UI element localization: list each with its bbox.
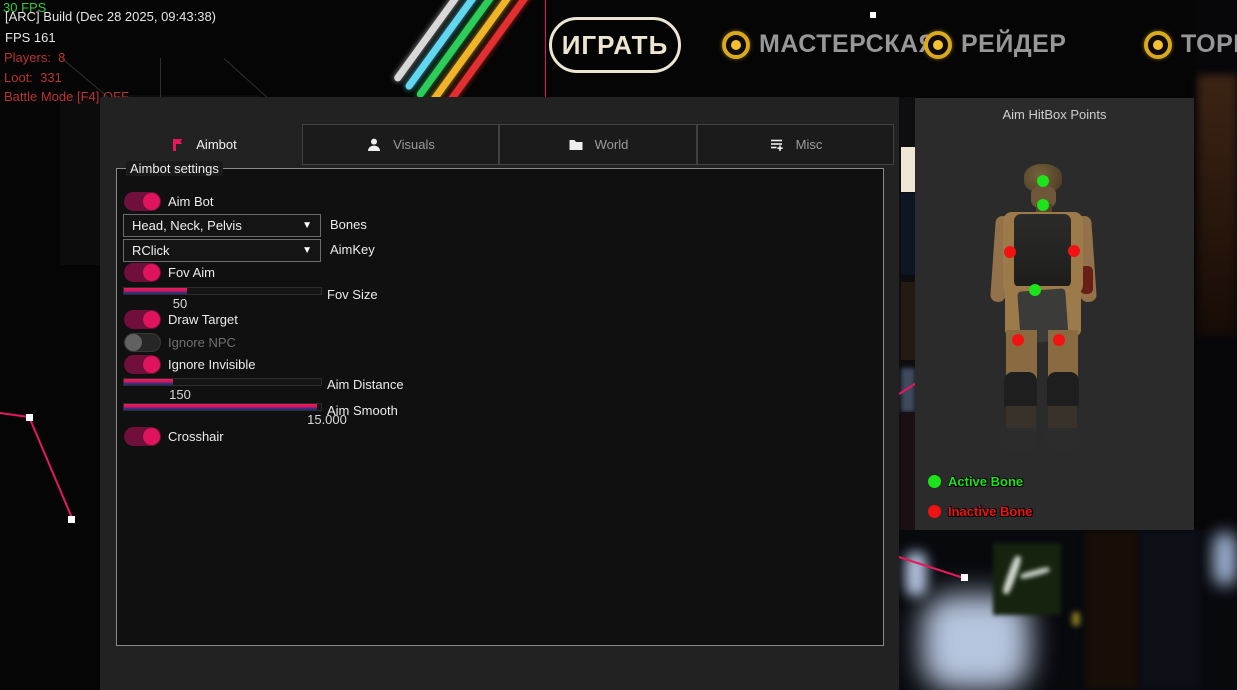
hitbox-character-preview bbox=[985, 160, 1105, 455]
legend-label: Inactive Bone bbox=[948, 504, 1033, 519]
inactive-bone-dot-icon bbox=[928, 505, 941, 518]
scene-dark-column bbox=[1140, 530, 1200, 690]
group-title: Aimbot settings bbox=[126, 161, 223, 176]
menu-item-label: РЕЙДЕР bbox=[961, 30, 1066, 59]
scene-yellow-dot bbox=[1072, 612, 1080, 626]
tab-world[interactable]: World bbox=[499, 124, 697, 165]
coin-icon bbox=[1144, 31, 1172, 59]
hud-marker-dot bbox=[870, 12, 876, 18]
fov-size-slider[interactable] bbox=[123, 287, 322, 295]
scene-rust-wall bbox=[1198, 75, 1237, 335]
legend-label: Active Bone bbox=[948, 474, 1023, 489]
tab-label: World bbox=[595, 137, 629, 152]
menu-item-raider[interactable]: РЕЙДЕР bbox=[924, 30, 1066, 59]
scene-strip-maroon bbox=[901, 412, 915, 530]
crosshair-label: Crosshair bbox=[168, 430, 224, 444]
hitbox-dots-layer bbox=[985, 160, 1105, 455]
aim-distance-slider[interactable] bbox=[123, 378, 322, 386]
aim-distance-value: 150 bbox=[150, 387, 210, 402]
bone-point-pelvis bbox=[1029, 284, 1041, 296]
aim-bot-toggle[interactable] bbox=[124, 192, 161, 211]
bone-point-right-shoulder bbox=[1068, 245, 1080, 257]
esp-marker bbox=[961, 574, 968, 581]
ignore-npc-label: Ignore NPC bbox=[168, 336, 236, 350]
menu-item-workshop[interactable]: МАСТЕРСКАЯ bbox=[722, 30, 937, 59]
tab-label: Misc bbox=[796, 137, 823, 152]
bone-point-head bbox=[1037, 175, 1049, 187]
crosshair-toggle[interactable] bbox=[124, 427, 161, 446]
aim-smooth-label: Aim Smooth bbox=[327, 404, 398, 418]
esp-line bbox=[29, 419, 74, 522]
flag-icon bbox=[169, 137, 185, 153]
esp-marker bbox=[68, 516, 75, 523]
bone-point-left-thigh bbox=[1012, 334, 1024, 346]
chevron-down-icon: ▼ bbox=[302, 220, 312, 231]
legend-active-bone: Active Bone bbox=[928, 474, 1023, 489]
chevron-down-icon: ▼ bbox=[302, 245, 312, 256]
menu-item-trade[interactable]: ТОРГО bbox=[1144, 30, 1237, 59]
hud-players-label: Players: 8 bbox=[4, 51, 65, 64]
slider-fill bbox=[124, 379, 173, 385]
game-screen: 30 FPS [ARC] Build (Dec 28 2025, 09:43:3… bbox=[0, 0, 1237, 690]
fov-aim-toggle[interactable] bbox=[124, 263, 161, 282]
tab-aimbot[interactable]: Aimbot bbox=[108, 124, 298, 165]
draw-target-label: Draw Target bbox=[168, 313, 238, 327]
slider-fill bbox=[124, 404, 317, 410]
person-icon bbox=[366, 137, 382, 153]
aim-smooth-slider[interactable] bbox=[123, 403, 322, 411]
bone-point-neck bbox=[1037, 199, 1049, 211]
aim-distance-label: Aim Distance bbox=[327, 378, 404, 392]
hud-fps-label: FPS 161 bbox=[5, 31, 56, 44]
aimkey-dropdown[interactable]: RClick ▼ bbox=[123, 239, 321, 262]
tab-label: Aimbot bbox=[196, 137, 236, 152]
esp-marker bbox=[26, 414, 33, 421]
hud-loot-label: Loot: 331 bbox=[4, 71, 62, 84]
fov-aim-label: Fov Aim bbox=[168, 266, 215, 280]
bones-dropdown[interactable]: Head, Neck, Pelvis ▼ bbox=[123, 214, 321, 237]
tab-visuals[interactable]: Visuals bbox=[302, 124, 499, 165]
tab-misc[interactable]: Misc bbox=[697, 124, 894, 165]
scene-strip-cream bbox=[901, 147, 915, 192]
fov-size-value: 50 bbox=[150, 296, 210, 311]
slider-fill bbox=[124, 288, 187, 294]
coin-icon bbox=[722, 31, 750, 59]
play-button[interactable]: ИГРАТЬ bbox=[549, 17, 681, 73]
scene-light-blob bbox=[1213, 533, 1237, 585]
bones-label: Bones bbox=[330, 218, 367, 232]
folder-icon bbox=[568, 137, 584, 153]
playlist-add-icon bbox=[769, 137, 785, 153]
scene-strip-navy bbox=[901, 193, 915, 275]
menu-item-label: ТОРГО bbox=[1181, 30, 1237, 59]
aim-bot-label: Aim Bot bbox=[168, 195, 214, 209]
bones-dropdown-value: Head, Neck, Pelvis bbox=[132, 218, 242, 233]
draw-target-toggle[interactable] bbox=[124, 310, 161, 329]
tab-label: Visuals bbox=[393, 137, 435, 152]
active-bone-dot-icon bbox=[928, 475, 941, 488]
scene-dark-column bbox=[1085, 530, 1140, 690]
bone-point-right-thigh bbox=[1053, 334, 1065, 346]
coin-icon bbox=[924, 31, 952, 59]
menu-item-label: МАСТЕРСКАЯ bbox=[759, 30, 937, 59]
scene-strip-brown bbox=[901, 282, 915, 360]
aimkey-label: AimKey bbox=[330, 243, 375, 257]
scene-exit-sign bbox=[993, 543, 1061, 615]
ignore-invisible-label: Ignore Invisible bbox=[168, 358, 255, 372]
legend-inactive-bone: Inactive Bone bbox=[928, 504, 1033, 519]
fov-size-label: Fov Size bbox=[327, 288, 378, 302]
ignore-npc-toggle[interactable] bbox=[124, 333, 161, 352]
hitbox-panel-title: Aim HitBox Points bbox=[915, 107, 1194, 122]
hud-build-label: [ARC] Build (Dec 28 2025, 09:43:38) bbox=[5, 10, 216, 23]
aimkey-dropdown-value: RClick bbox=[132, 243, 170, 258]
ignore-invisible-toggle[interactable] bbox=[124, 355, 161, 374]
esp-vertical-line bbox=[545, 0, 546, 97]
bone-point-left-shoulder bbox=[1004, 246, 1016, 258]
